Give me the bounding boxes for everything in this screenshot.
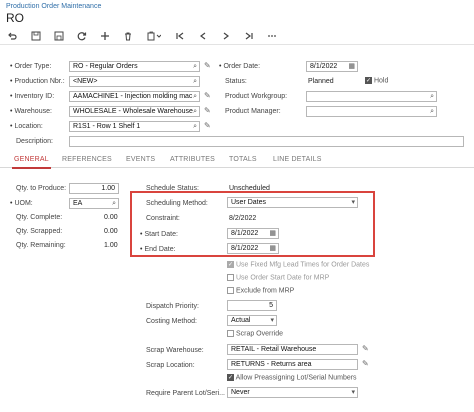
qty-scrapped-value: 0.00 [104, 228, 118, 235]
dispatch-priority-field[interactable]: 5 [227, 300, 277, 311]
checkbox-icon[interactable]: ✓ [227, 374, 234, 381]
checkbox-icon[interactable]: ✓ [227, 261, 234, 268]
product-manager-field[interactable]: ⌕ [306, 106, 437, 117]
location-field[interactable]: R1S1 - Row 1 Shelf 1 ⌕ [69, 121, 200, 132]
search-icon[interactable]: ⌕ [193, 63, 197, 71]
order-date-field[interactable]: 8/1/2022 ▦ [306, 61, 358, 72]
tab-attributes[interactable]: ATTRIBUTES [170, 156, 215, 163]
allow-preassign-checkbox[interactable]: ✓ Allow Preassigning Lot/Serial Numbers [227, 374, 357, 381]
use-fixed-mfg-checkbox[interactable]: ✓ Use Fixed Mfg Lead Times for Order Dat… [227, 261, 369, 268]
save-icon[interactable] [28, 29, 44, 43]
save-close-icon[interactable] [51, 29, 67, 43]
search-icon[interactable]: ⌕ [193, 93, 197, 101]
production-nbr-field[interactable]: <NEW> ⌕ [69, 76, 200, 87]
description-field[interactable] [69, 136, 464, 147]
undo-icon[interactable] [4, 29, 20, 43]
search-icon[interactable]: ⌕ [430, 108, 434, 116]
costing-method-label: Costing Method: [146, 318, 197, 325]
chevron-down-icon[interactable]: ▾ [270, 317, 274, 325]
order-type-label: Order Type: [10, 63, 51, 70]
search-icon[interactable]: ⌕ [193, 123, 197, 131]
page-title: RO [6, 11, 24, 25]
first-record-icon[interactable] [172, 29, 188, 43]
edit-pencil-icon[interactable]: ✎ [362, 344, 369, 353]
edit-pencil-icon[interactable]: ✎ [204, 106, 211, 115]
search-icon[interactable]: ⌕ [430, 93, 434, 101]
tab-events[interactable]: EVENTS [126, 156, 155, 163]
uom-field[interactable]: EA ⌕ [69, 198, 119, 209]
costing-method-select[interactable]: Actual ▾ [227, 315, 277, 326]
previous-record-icon[interactable] [195, 29, 211, 43]
scrap-warehouse-field[interactable]: RETAIL - Retail Warehouse [227, 344, 358, 355]
hold-checkbox[interactable]: ✓ Hold [365, 77, 388, 84]
dispatch-priority-label: Dispatch Priority: [146, 303, 199, 310]
search-icon[interactable]: ⌕ [193, 108, 197, 116]
scrap-location-label: Scrap Location: [146, 362, 195, 369]
tab-general[interactable]: GENERAL [12, 156, 51, 169]
qty-complete-value: 0.00 [104, 214, 118, 221]
qty-scrapped-label: Qty. Scrapped: [16, 228, 63, 235]
edit-pencil-icon[interactable]: ✎ [204, 61, 211, 70]
edit-pencil-icon[interactable]: ✎ [204, 91, 211, 100]
description-label: Description: [16, 138, 53, 145]
toolbar [0, 27, 474, 45]
uom-label: UOM: [10, 200, 32, 207]
search-icon[interactable]: ⌕ [193, 78, 197, 86]
qty-remaining-label: Qty. Remaining: [16, 242, 66, 249]
inventory-id-label: Inventory ID: [10, 93, 54, 100]
qty-remaining-value: 1.00 [104, 242, 118, 249]
next-record-icon[interactable] [218, 29, 234, 43]
qty-to-produce-field[interactable]: 1.00 [69, 183, 119, 194]
copy-paste-icon[interactable] [143, 29, 165, 43]
status-value: Planned [308, 78, 334, 85]
breadcrumb[interactable]: Production Order Maintenance [6, 3, 101, 10]
production-nbr-label: Production Nbr.: [10, 78, 64, 85]
search-icon[interactable]: ⌕ [112, 200, 116, 208]
warehouse-field[interactable]: WHOLESALE - Wholesale Warehouse ⌕ [69, 106, 200, 117]
product-manager-label: Product Manager: [225, 108, 281, 115]
product-workgroup-label: Product Workgroup: [225, 93, 288, 100]
add-icon[interactable] [97, 29, 113, 43]
chevron-down-icon[interactable]: ▾ [351, 389, 355, 397]
require-parent-select[interactable]: Never ▾ [227, 387, 358, 398]
delete-icon[interactable] [120, 29, 136, 43]
checkbox-icon[interactable] [227, 287, 234, 294]
edit-pencil-icon[interactable]: ✎ [204, 121, 211, 130]
exclude-mrp-checkbox[interactable]: Exclude from MRP [227, 287, 294, 294]
warehouse-label: Warehouse: [10, 108, 51, 115]
last-record-icon[interactable] [241, 29, 257, 43]
tab-totals[interactable]: TOTALS [229, 156, 257, 163]
require-parent-label: Require Parent Lot/Seri... [146, 390, 225, 397]
location-label: Location: [10, 123, 42, 130]
tab-bar: GENERAL REFERENCES EVENTS ATTRIBUTES TOT… [0, 152, 474, 169]
order-type-field[interactable]: RO - Regular Orders ⌕ [69, 61, 200, 72]
qty-to-produce-label: Qty. to Produce: [16, 185, 67, 192]
cancel-icon[interactable] [74, 29, 90, 43]
use-order-start-checkbox[interactable]: Use Order Start Date for MRP [227, 274, 329, 281]
more-icon[interactable] [264, 29, 280, 43]
checkbox-icon[interactable]: ✓ [365, 77, 372, 84]
status-label: Status: [225, 78, 247, 85]
tab-references[interactable]: REFERENCES [62, 156, 112, 163]
calendar-icon[interactable]: ▦ [348, 63, 355, 71]
qty-complete-label: Qty. Complete: [16, 214, 63, 221]
highlight-box [130, 191, 375, 257]
scrap-location-field[interactable]: RETURNS - Returns area [227, 359, 358, 370]
checkbox-icon[interactable] [227, 274, 234, 281]
scrap-warehouse-label: Scrap Warehouse: [146, 347, 204, 354]
inventory-id-field[interactable]: AAMACHINE1 - Injection molding mac ⌕ [69, 91, 200, 102]
scrap-override-checkbox[interactable]: Scrap Override [227, 330, 283, 337]
edit-pencil-icon[interactable]: ✎ [362, 359, 369, 368]
product-workgroup-field[interactable]: ⌕ [306, 91, 437, 102]
checkbox-icon[interactable] [227, 330, 234, 337]
order-date-label: Order Date: [219, 63, 260, 70]
tab-line-details[interactable]: LINE DETAILS [273, 156, 322, 163]
